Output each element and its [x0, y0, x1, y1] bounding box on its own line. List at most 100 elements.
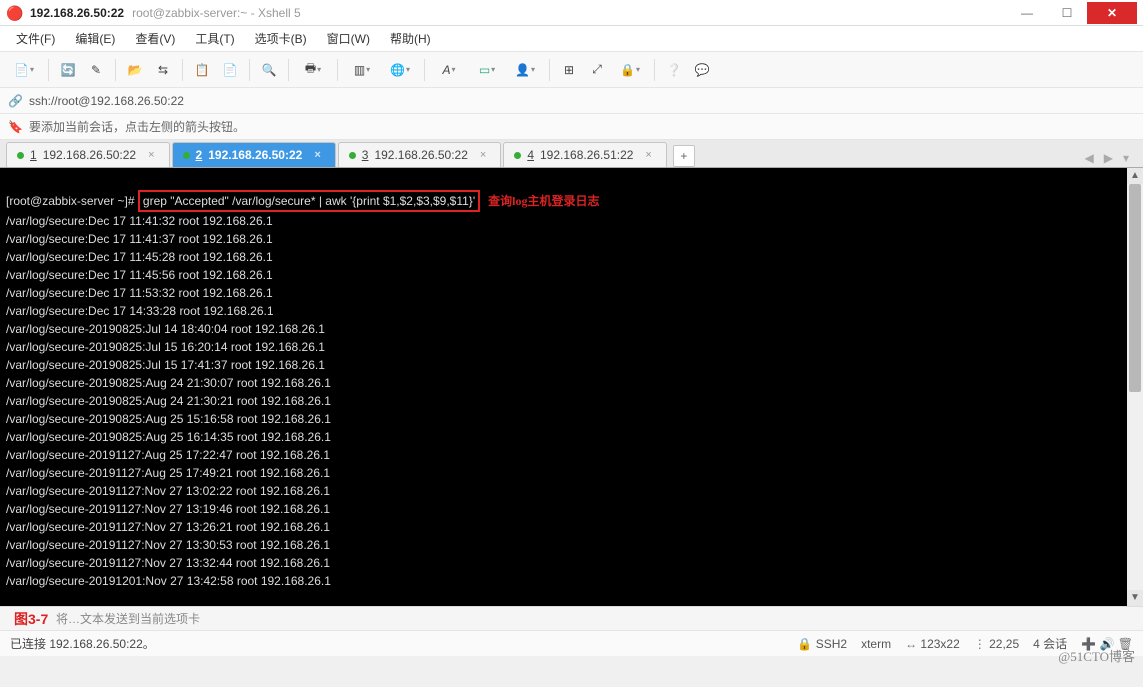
search-icon: 🔍 [262, 63, 277, 77]
bookmark-icon[interactable]: 🔖 [8, 120, 23, 134]
tab-number: 3 [362, 148, 369, 162]
scroll-thumb[interactable] [1129, 184, 1141, 392]
status-dot-icon [349, 152, 356, 159]
scroll-down-button[interactable]: ▼ [1127, 590, 1143, 606]
separator [182, 59, 183, 81]
tab-close-icon[interactable]: × [314, 149, 320, 161]
tab-number: 2 [196, 148, 203, 162]
session-tab-4[interactable]: 4 192.168.26.51:22 × [503, 142, 667, 167]
menu-file[interactable]: 文件(F) [8, 28, 63, 49]
status-pos: 22,25 [989, 637, 1019, 651]
disconnect-icon: ✎ [91, 63, 101, 77]
separator [654, 59, 655, 81]
transfer-button[interactable]: ⇆ [150, 57, 176, 83]
session-tab-1[interactable]: 1192.168.26.50:22× [6, 142, 170, 167]
print-button[interactable]: 🖶 [295, 57, 331, 83]
hint-text: 要添加当前会话，点击左侧的箭头按钮。 [29, 118, 245, 135]
separator [424, 59, 425, 81]
hint-bar: 🔖 要添加当前会话，点击左侧的箭头按钮。 [0, 114, 1143, 140]
separator [549, 59, 550, 81]
search-button[interactable]: 🔍 [256, 57, 282, 83]
annotation-label: 查询log主机登录日志 [488, 194, 599, 208]
clear-button[interactable]: ⊞ [556, 57, 582, 83]
tab-label: 192.168.26.50:22 [208, 148, 302, 162]
tabs-bar: 1192.168.26.50:22×2192.168.26.50:22×3192… [0, 140, 1143, 168]
layout-button[interactable]: ▥ [344, 57, 380, 83]
compose-bar[interactable]: 图3-7 将…文本发送到当前选项卡 [0, 606, 1143, 630]
status-bar: 已连接 192.168.26.50:22。 🔒 SSH2 xterm ↔ 123… [0, 630, 1143, 656]
globe-icon: 🌐 [390, 63, 405, 77]
window-buttons: — ☐ ✕ [1007, 2, 1137, 24]
reconnect-icon: 🔄 [61, 63, 76, 77]
chat-icon: 💬 [695, 63, 710, 77]
status-ssh: SSH2 [816, 637, 847, 651]
separator [337, 59, 338, 81]
address-bar: 🔗 ssh://root@192.168.26.50:22 [0, 88, 1143, 114]
close-button[interactable]: ✕ [1087, 2, 1137, 24]
clear-icon: ⊞ [564, 63, 574, 77]
tab-menu-button[interactable]: ▾ [1119, 149, 1133, 167]
ssh-lock-icon: 🔒 [797, 637, 812, 651]
menu-help[interactable]: 帮助(H) [382, 28, 439, 49]
help-icon: ❔ [667, 63, 682, 77]
help-button[interactable]: ❔ [661, 57, 687, 83]
status-term: xterm [861, 637, 891, 651]
menu-tools[interactable]: 工具(T) [187, 28, 242, 49]
status-dot-icon [514, 152, 521, 159]
layout-icon: ▥ [354, 63, 365, 77]
font-button[interactable]: A [431, 57, 467, 83]
add-tab-button[interactable]: + [673, 145, 695, 167]
tab-label: 192.168.26.51:22 [540, 148, 633, 162]
maximize-button[interactable]: ☐ [1047, 2, 1087, 24]
address-text[interactable]: ssh://root@192.168.26.50:22 [29, 94, 184, 108]
paste-icon: 📄 [223, 63, 238, 77]
status-dot-icon [17, 152, 24, 159]
link-icon: 🔗 [8, 94, 23, 108]
minimize-button[interactable]: — [1007, 2, 1047, 24]
menu-view[interactable]: 查看(V) [127, 28, 183, 49]
command-box: grep "Accepted" /var/log/secure* | awk '… [138, 190, 480, 212]
open-button[interactable]: 📂 [122, 57, 148, 83]
separator [48, 59, 49, 81]
globe-button[interactable]: 🌐 [382, 57, 418, 83]
session-tab-3[interactable]: 3 192.168.26.50:22 × [338, 142, 502, 167]
tab-next-button[interactable]: ▶ [1100, 149, 1117, 167]
tab-number: 4 [527, 148, 534, 162]
reconnect-button[interactable]: 🔄 [55, 57, 81, 83]
session-tab-2[interactable]: 2 192.168.26.50:22 × [172, 142, 336, 167]
compose-placeholder: 将…文本发送到当前选项卡 [56, 610, 200, 627]
separator [249, 59, 250, 81]
menu-window[interactable]: 窗口(W) [319, 28, 378, 49]
menu-tabs[interactable]: 选项卡(B) [247, 28, 315, 49]
terminal-scrollbar[interactable]: ▲ ▼ [1127, 168, 1143, 606]
tab-close-icon[interactable]: × [148, 149, 154, 161]
fullscreen-button[interactable]: ⤢ [584, 57, 610, 83]
color-button[interactable]: ▭ [469, 57, 505, 83]
terminal-prompt: [root@zabbix-server ~]# [6, 194, 138, 208]
new-icon: 📄 [14, 63, 29, 77]
lock-button[interactable]: 🔒 [612, 57, 648, 83]
watermark: @51CTO博客 [1058, 646, 1135, 665]
tab-label: 192.168.26.50:22 [43, 148, 136, 162]
open-icon: 📂 [128, 63, 143, 77]
tab-label: 192.168.26.50:22 [374, 148, 467, 162]
color-icon: ▭ [479, 63, 490, 77]
tab-close-icon[interactable]: × [480, 149, 486, 161]
copy-icon: 📋 [195, 63, 210, 77]
tab-close-icon[interactable]: × [645, 149, 651, 161]
window-subtitle: root@zabbix-server:~ - Xshell 5 [132, 6, 301, 20]
user-button[interactable]: 👤 [507, 57, 543, 83]
paste-button[interactable]: 📄 [217, 57, 243, 83]
separator [288, 59, 289, 81]
menu-edit[interactable]: 编辑(E) [67, 28, 123, 49]
copy-button[interactable]: 📋 [189, 57, 215, 83]
new-session-button[interactable]: 📄 [6, 57, 42, 83]
tab-prev-button[interactable]: ◀ [1081, 149, 1098, 167]
terminal[interactable]: [root@zabbix-server ~]# grep "Accepted" … [0, 168, 1143, 606]
scroll-up-button[interactable]: ▲ [1127, 168, 1143, 184]
scroll-track[interactable] [1127, 392, 1143, 590]
feedback-button[interactable]: 💬 [689, 57, 715, 83]
transfer-icon: ⇆ [158, 63, 168, 77]
figure-label: 图3-7 [14, 609, 48, 629]
disconnect-button[interactable]: ✎ [83, 57, 109, 83]
